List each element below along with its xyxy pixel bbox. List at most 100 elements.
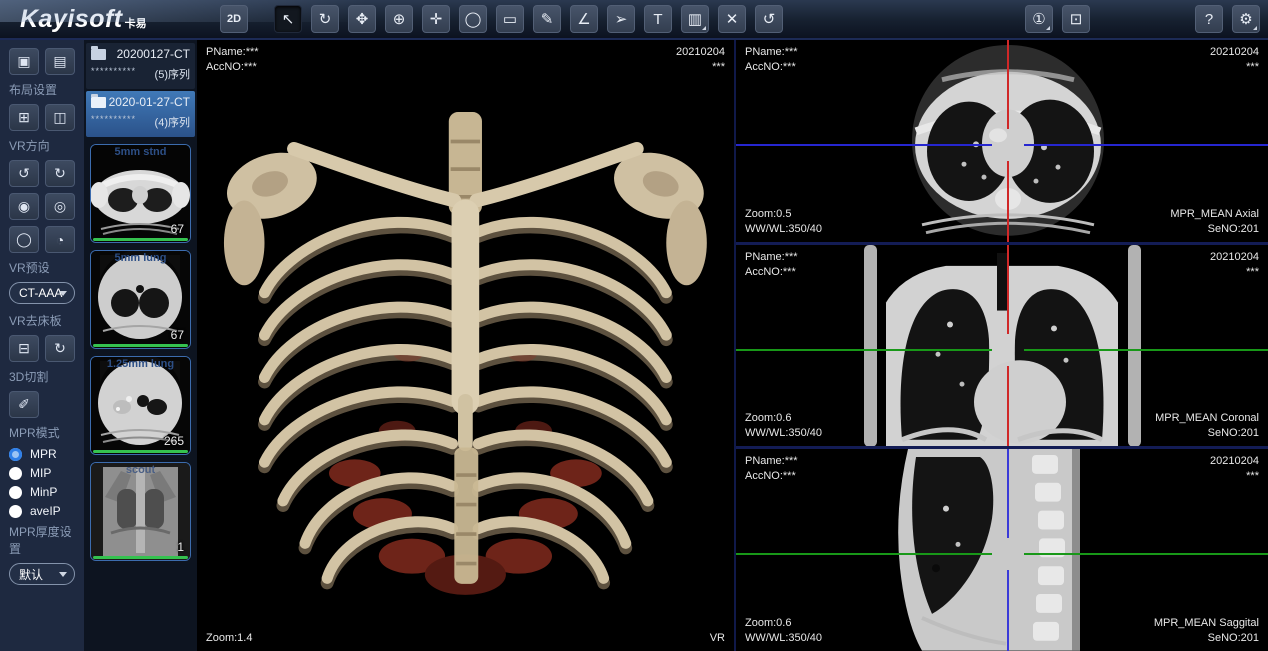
- rotate-3d-button[interactable]: ↻: [311, 5, 339, 33]
- radio-selected-icon: [9, 448, 22, 461]
- folder-icon: [91, 49, 106, 60]
- series-count: (4)序列: [155, 114, 190, 130]
- scalpel-icon: ✐: [18, 396, 30, 413]
- radio-label: MIP: [30, 466, 51, 480]
- restore-bed-icon: ↻: [54, 340, 66, 357]
- thumbnail-progress-bar: [93, 556, 188, 559]
- vr-stars: ***: [676, 60, 725, 75]
- vr-front-view-button[interactable]: ◉: [9, 193, 39, 220]
- vr-foot-view-icon: ◔: [56, 232, 64, 248]
- radio-icon: [9, 486, 22, 499]
- delete-annotation-button[interactable]: ✕: [718, 5, 746, 33]
- series-thumbnail-5mm-stnd[interactable]: 5mm stnd 67: [90, 144, 191, 243]
- vr-preset-value: CT-AAA: [19, 286, 62, 300]
- remove-bed-button[interactable]: ⊟: [9, 335, 39, 362]
- vr-rotate-left-button[interactable]: ↺: [9, 160, 39, 187]
- mpr-mode-radio-minp[interactable]: MinP: [9, 485, 75, 499]
- grid-2x2-button[interactable]: ⊞: [9, 104, 39, 131]
- axial-viewport[interactable]: PName:*** AccNO:*** 20210204 *** Zoom:0.…: [736, 40, 1268, 245]
- axial-ct-slice: [736, 40, 1268, 242]
- mpr-mode-radio-mip[interactable]: MIP: [9, 466, 75, 480]
- help-button[interactable]: ?: [1195, 5, 1223, 33]
- image-info-icon: ①: [1032, 12, 1045, 27]
- vr-date: 20210204: [676, 45, 725, 60]
- vr-back-view-button[interactable]: ◎: [45, 193, 75, 220]
- layout-screen-button[interactable]: ▣: [9, 48, 39, 75]
- thumbnail-image-count: 67: [171, 222, 184, 236]
- vr-pname: PName:***: [206, 45, 259, 60]
- toolbar-far-right-group: ? ⚙: [1195, 5, 1260, 33]
- window-level-button[interactable]: ▥: [681, 5, 709, 33]
- angle-icon: ∠: [577, 12, 590, 27]
- patient-id-masked: **********: [91, 114, 136, 130]
- restore-bed-button[interactable]: ↻: [45, 335, 75, 362]
- save-icon: ⊡: [1070, 12, 1083, 27]
- arrow-annotation-button[interactable]: ➢: [607, 5, 635, 33]
- measure-button[interactable]: ✎: [533, 5, 561, 33]
- study-title: 20200127-CT: [106, 47, 190, 61]
- thumbnail-label: 5mm stnd: [91, 146, 190, 158]
- radio-label: MPR: [30, 447, 57, 461]
- mpr-mode-radio-mpr[interactable]: MPR: [9, 447, 75, 461]
- series-thumbnail-5mm-lung[interactable]: 5mm lung 67: [90, 250, 191, 349]
- vr-direction-label: VR方向: [9, 137, 75, 154]
- mpr-mode-radio-aveip[interactable]: aveIP: [9, 504, 75, 518]
- save-button[interactable]: ⊡: [1062, 5, 1090, 33]
- rect-roi-button[interactable]: ▭: [496, 5, 524, 33]
- pan-icon: ✥: [356, 12, 369, 27]
- thumbnail-progress-bar: [93, 238, 188, 241]
- thumbnail-progress-bar: [93, 450, 188, 453]
- grid-split-button[interactable]: ◫: [45, 104, 75, 131]
- coronal-viewport[interactable]: PName:*** AccNO:*** 20210204 *** Zoom:0.…: [736, 245, 1268, 450]
- logo-text: Kayisoft: [20, 5, 123, 34]
- series-thumbnail-125mm-lung[interactable]: 1.25mm lung 265: [90, 356, 191, 455]
- ellipse-roi-button[interactable]: ◯: [459, 5, 487, 33]
- image-info-button[interactable]: ①: [1025, 5, 1053, 33]
- mpr-thickness-select[interactable]: 默认: [9, 563, 75, 585]
- thumbnail-image: [91, 463, 190, 560]
- grid-2x2-icon: ⊞: [18, 109, 30, 126]
- vr-foot-view-button[interactable]: ◔: [45, 226, 75, 253]
- vr-viewport[interactable]: PName:*** AccNO:*** 20210204 *** Zoom:1.…: [197, 40, 736, 651]
- window-level-icon: ▥: [688, 12, 702, 27]
- vr-volume-render: [213, 77, 718, 639]
- grid-split-icon: ◫: [53, 109, 66, 126]
- arrow-annotation-icon: ➢: [615, 12, 628, 27]
- pan-button[interactable]: ✥: [348, 5, 376, 33]
- vr-rotate-right-button[interactable]: ↻: [45, 160, 75, 187]
- cursor-tool-button[interactable]: ↖: [274, 5, 302, 33]
- settings-button[interactable]: ⚙: [1232, 5, 1260, 33]
- report-icon: ▤: [53, 53, 66, 70]
- scalpel-button[interactable]: ✐: [9, 391, 39, 418]
- vr-back-view-icon: ◎: [54, 198, 66, 215]
- thumbnail-label: 5mm lung: [91, 252, 190, 264]
- app-header: Kayisoft 卡易 2D ↖ ↻ ✥ ⊕ ✛ ◯ ▭ ✎ ∠ ➢ T ▥ ✕…: [0, 0, 1268, 38]
- mpr-thickness-label: MPR厚度设置: [9, 523, 75, 557]
- 2d-layout-button[interactable]: 2D: [220, 5, 248, 33]
- main-toolbar: 2D ↖ ↻ ✥ ⊕ ✛ ◯ ▭ ✎ ∠ ➢ T ▥ ✕ ↺ ① ⊡ ? ⚙: [220, 5, 1262, 33]
- angle-button[interactable]: ∠: [570, 5, 598, 33]
- vr-rotate-left-icon: ↺: [18, 165, 30, 182]
- series-count: (5)序列: [155, 66, 190, 82]
- mpr-mode-label: MPR模式: [9, 424, 75, 441]
- series-thumbnail-scout[interactable]: scout 1: [90, 462, 191, 561]
- reset-view-button[interactable]: ↺: [755, 5, 783, 33]
- thumbnail-label: scout: [91, 464, 190, 476]
- thumbnail-image-count: 1: [177, 540, 184, 554]
- crosshair-icon: ✛: [430, 12, 443, 27]
- sagittal-viewport[interactable]: PName:*** AccNO:*** 20210204 *** Zoom:0.…: [736, 449, 1268, 651]
- study-item-2020-01-27[interactable]: 2020-01-27-CT ********** (4)序列: [86, 91, 195, 137]
- rect-roi-icon: ▭: [503, 12, 517, 27]
- text-annotation-button[interactable]: T: [644, 5, 672, 33]
- radio-label: aveIP: [30, 504, 61, 518]
- text-annotation-icon: T: [653, 12, 662, 27]
- measure-icon: ✎: [541, 12, 554, 27]
- vr-head-view-button[interactable]: ◯: [9, 226, 39, 253]
- vr-rotate-right-icon: ↻: [54, 165, 66, 182]
- zoom-in-button[interactable]: ⊕: [385, 5, 413, 33]
- vr-preset-select[interactable]: CT-AAA: [9, 282, 75, 304]
- remove-bed-icon: ⊟: [18, 340, 30, 357]
- study-item-20200127[interactable]: 20200127-CT ********** (5)序列: [86, 43, 195, 89]
- report-button[interactable]: ▤: [45, 48, 75, 75]
- crosshair-button[interactable]: ✛: [422, 5, 450, 33]
